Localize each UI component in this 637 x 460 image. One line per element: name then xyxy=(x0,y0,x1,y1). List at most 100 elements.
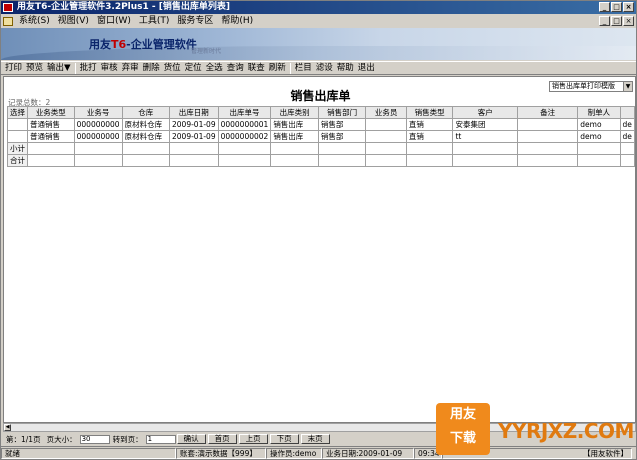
filter-settings-button[interactable]: 滤设 xyxy=(314,62,335,75)
banner-title: 用友T6-企业管理软件 xyxy=(89,36,197,52)
status-operator: 操作员:demo xyxy=(266,447,322,459)
column-header[interactable]: 销售部门 xyxy=(317,106,367,119)
maximize-button[interactable]: □ xyxy=(611,2,622,12)
table-cell: 直销 xyxy=(405,130,454,143)
table-cell: 0000000001 xyxy=(217,118,272,131)
batch-print-button[interactable]: 批打 xyxy=(78,62,99,75)
toolbar-separator xyxy=(289,62,291,74)
mdi-minimize-button[interactable]: _ xyxy=(599,16,610,26)
help-button[interactable]: 帮助 xyxy=(335,62,356,75)
toolbar: 打印 预览 输出▼ 批打 审核 弃审 删除 货位 定位 全选 查询 联查 刷新 … xyxy=(1,61,636,75)
subtotal-label: 小计 xyxy=(7,142,28,155)
watermark-logo-line1: 用友 xyxy=(449,407,476,422)
site-watermark: 用友 下载 YYRJXZ.COM xyxy=(436,401,637,457)
columns-button[interactable]: 栏目 xyxy=(293,62,314,75)
column-header[interactable] xyxy=(619,106,635,119)
page-size-label: 页大小： xyxy=(46,434,77,444)
toolbar-separator xyxy=(74,62,76,74)
table-cell: 普通销售 xyxy=(27,130,75,143)
first-page-button[interactable]: 首页 xyxy=(207,434,237,444)
table-cell: demo xyxy=(577,118,621,131)
query-button[interactable]: 查询 xyxy=(225,62,246,75)
menu-service[interactable]: 服务专区 xyxy=(173,14,217,28)
table-cell: 直销 xyxy=(405,118,454,131)
prev-page-button[interactable]: 上页 xyxy=(238,434,268,444)
approve-button[interactable]: 审核 xyxy=(99,62,120,75)
mdi-close-button[interactable]: × xyxy=(623,16,634,26)
subtotal-row: 小计 xyxy=(7,142,635,155)
select-cell[interactable] xyxy=(7,118,28,131)
app-window: 用友T6-企业管理软件3.2Plus1 - [销售出库单列表] _ □ × 系统… xyxy=(0,0,637,460)
goto-page-input[interactable]: 1 xyxy=(145,434,176,444)
minimize-button[interactable]: _ xyxy=(599,2,610,12)
menu-help[interactable]: 帮助(H) xyxy=(217,14,257,28)
column-header[interactable]: 业务员 xyxy=(365,106,407,119)
mdi-restore-button[interactable]: □ xyxy=(611,16,622,26)
column-header[interactable]: 业务类型 xyxy=(27,106,75,119)
column-header[interactable]: 出库日期 xyxy=(169,106,219,119)
total-label: 合计 xyxy=(7,154,28,167)
column-header[interactable]: 业务号 xyxy=(73,106,123,119)
table-cell xyxy=(365,130,407,143)
table-cell: de xyxy=(619,118,635,131)
table-cell: 安泰集团 xyxy=(452,118,518,131)
export-button[interactable]: 输出▼ xyxy=(45,62,73,75)
column-header[interactable]: 出库类别 xyxy=(270,106,319,119)
select-all-button[interactable]: 全选 xyxy=(204,62,225,75)
column-header[interactable]: 备注 xyxy=(516,106,579,119)
unapprove-button[interactable]: 弃审 xyxy=(120,62,141,75)
header-row: 选择 业务类型 业务号 仓库 出库日期 出库单号 出库类别 销售部门 业务员 销… xyxy=(7,106,635,119)
link-query-button[interactable]: 联查 xyxy=(246,62,267,75)
total-row: 合计 xyxy=(7,154,635,167)
next-page-button[interactable]: 下页 xyxy=(269,434,299,444)
window-title: 用友T6-企业管理软件3.2Plus1 - [销售出库单列表] xyxy=(17,2,231,12)
watermark-site-text: YYRJXZ.COM xyxy=(498,419,634,443)
column-header[interactable]: 选择 xyxy=(7,106,28,119)
preview-button[interactable]: 预览 xyxy=(24,62,45,75)
watermark-logo: 用友 下载 xyxy=(436,403,490,455)
title-bar: 用友T6-企业管理软件3.2Plus1 - [销售出库单列表] _ □ × xyxy=(1,1,636,14)
locate-button[interactable]: 定位 xyxy=(183,62,204,75)
product-banner: 用友T6-企业管理软件 管理新时代 xyxy=(1,28,636,60)
column-header[interactable]: 仓库 xyxy=(121,106,171,119)
mdi-controls: _ □ × xyxy=(599,16,634,26)
table-cell: 2009-01-09 xyxy=(169,130,219,143)
menu-window[interactable]: 窗口(W) xyxy=(93,14,135,28)
table-cell xyxy=(365,118,407,131)
table-cell: 000000000 xyxy=(73,118,123,131)
column-header[interactable]: 出库单号 xyxy=(217,106,272,119)
goto-page-label: 转到页： xyxy=(112,434,143,444)
select-cell[interactable] xyxy=(7,130,28,143)
table-cell: 原材料仓库 xyxy=(121,130,171,143)
refresh-button[interactable]: 刷新 xyxy=(267,62,288,75)
table-row[interactable]: 普通销售 000000000 原材料仓库 2009-01-09 00000000… xyxy=(7,130,635,143)
scroll-left-icon[interactable]: ◀ xyxy=(4,424,11,431)
menu-tools[interactable]: 工具(T) xyxy=(135,14,174,28)
watermark-logo-line2: 下载 xyxy=(449,431,476,446)
location-button[interactable]: 货位 xyxy=(162,62,183,75)
delete-button[interactable]: 删除 xyxy=(141,62,162,75)
table-cell: 2009-01-09 xyxy=(169,118,219,131)
print-button[interactable]: 打印 xyxy=(3,62,24,75)
banner-subtitle: 管理新时代 xyxy=(191,48,222,55)
app-icon xyxy=(3,3,13,12)
menu-system[interactable]: 系统(S) xyxy=(15,14,54,28)
column-header[interactable]: 客户 xyxy=(452,106,518,119)
close-button[interactable]: × xyxy=(623,2,634,12)
table-cell: 0000000002 xyxy=(217,130,272,143)
menu-view[interactable]: 视图(V) xyxy=(54,14,93,28)
table-row[interactable]: 普通销售 000000000 原材料仓库 2009-01-09 00000000… xyxy=(7,118,635,131)
document-icon[interactable] xyxy=(3,16,13,26)
column-header[interactable]: 制单人 xyxy=(577,106,621,119)
brand-name: 用友 xyxy=(89,38,111,51)
confirm-button[interactable]: 确认 xyxy=(176,434,206,444)
table-cell: tt xyxy=(452,130,518,143)
menu-bar: 系统(S) 视图(V) 窗口(W) 工具(T) 服务专区 帮助(H) _ □ × xyxy=(1,14,636,28)
page-size-input[interactable]: 30 xyxy=(79,434,110,444)
last-page-button[interactable]: 末页 xyxy=(300,434,330,444)
report-title: 销售出库单 xyxy=(290,89,351,103)
exit-button[interactable]: 退出 xyxy=(356,62,377,75)
table-cell xyxy=(516,118,579,131)
column-header[interactable]: 销售类型 xyxy=(405,106,454,119)
page-info: 第：1/1页 xyxy=(6,434,41,444)
